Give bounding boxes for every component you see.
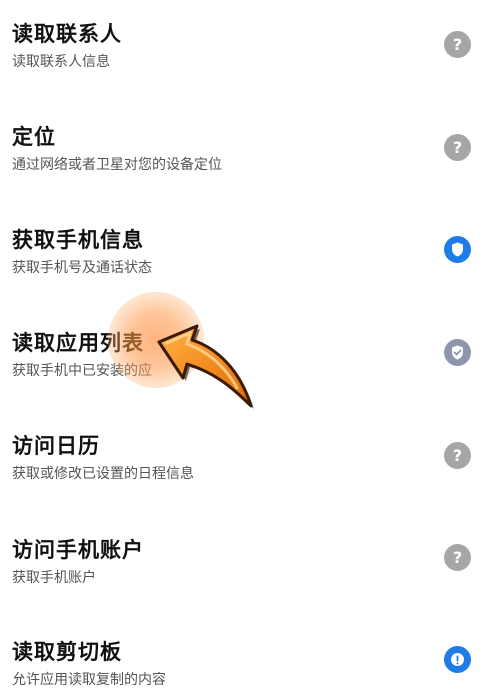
permission-description: 获取手机号及通话状态	[12, 260, 152, 276]
question-icon[interactable]: ?	[444, 442, 471, 469]
question-icon[interactable]: ?	[444, 31, 471, 58]
permission-title: 读取剪切板	[12, 640, 122, 664]
permission-item-clipboard[interactable]: 读取剪切板 允许应用读取复制的内容	[0, 618, 491, 698]
permission-title: 获取手机信息	[12, 228, 144, 252]
permission-item-phone-info[interactable]: 获取手机信息 获取手机号及通话状态	[0, 206, 491, 286]
permission-title: 读取联系人	[12, 22, 122, 46]
svg-text:?: ?	[453, 35, 462, 54]
permission-title: 读取应用列表	[12, 331, 144, 355]
permission-item-accounts[interactable]: 访问手机账户 获取手机账户 ?	[0, 516, 491, 596]
permission-item-contacts[interactable]: 读取联系人 读取联系人信息 ?	[0, 0, 491, 80]
permission-title: 访问日历	[12, 434, 100, 458]
question-icon[interactable]: ?	[444, 544, 471, 571]
shield-icon[interactable]	[444, 236, 471, 263]
svg-text:?: ?	[453, 138, 462, 157]
question-icon[interactable]: ?	[444, 134, 471, 161]
permission-description: 通过网络或者卫星对您的设备定位	[12, 157, 222, 173]
permission-title: 访问手机账户	[12, 538, 144, 562]
svg-text:?: ?	[453, 548, 462, 567]
shield-check-icon[interactable]	[444, 339, 471, 366]
permission-description: 获取或修改已设置的日程信息	[12, 466, 194, 482]
permission-description: 读取联系人信息	[12, 54, 110, 70]
permission-item-app-list[interactable]: 读取应用列表 获取手机中已安装的应	[0, 309, 491, 389]
permission-item-location[interactable]: 定位 通过网络或者卫星对您的设备定位 ?	[0, 103, 491, 183]
permission-item-calendar[interactable]: 访问日历 获取或修改已设置的日程信息 ?	[0, 412, 491, 492]
info-icon[interactable]	[444, 646, 471, 673]
permission-description: 获取手机账户	[12, 570, 96, 586]
permission-title: 定位	[12, 125, 56, 149]
permission-description: 允许应用读取复制的内容	[12, 672, 166, 688]
permission-description: 获取手机中已安装的应	[12, 363, 152, 379]
svg-text:?: ?	[453, 446, 462, 465]
